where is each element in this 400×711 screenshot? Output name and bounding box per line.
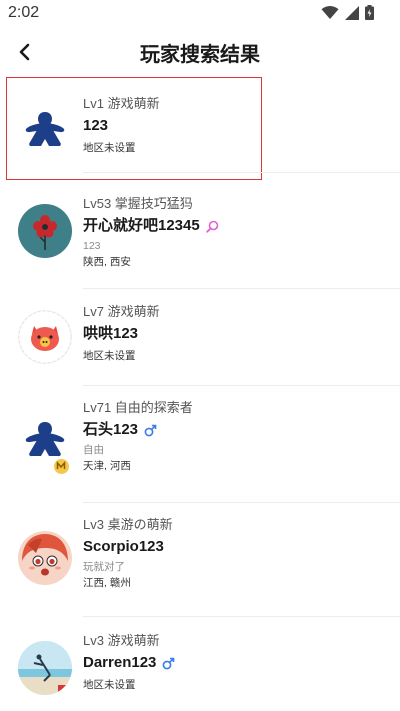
player-row[interactable]: Lv53 掌握技巧猛犸 开心就好吧12345 123 陕西, 西安 — [0, 180, 400, 288]
player-location: 地区未设置 — [83, 350, 136, 362]
red-flower-icon — [33, 215, 57, 250]
player-row[interactable]: Lv7 游戏萌新 哄哄123 地区未设置 — [0, 288, 400, 386]
meeple-icon — [25, 112, 65, 147]
player-row[interactable]: Lv1 游戏萌新 123 地区未设置 — [0, 76, 400, 180]
app-header: 玩家搜索结果 — [0, 28, 400, 76]
player-location: 天津, 河西 — [83, 460, 131, 472]
status-bar: 2:02 — [0, 0, 400, 28]
player-level: Lv3 游戏萌新 — [83, 633, 160, 648]
player-level: Lv53 掌握技巧猛犸 — [83, 196, 193, 211]
player-name: Darren123 — [83, 651, 380, 675]
search-icon — [206, 220, 219, 233]
player-info: Lv71 自由的探索者 石头123 自由 天津, 河西 — [83, 398, 380, 474]
m-badge-icon — [53, 458, 70, 475]
player-row[interactable]: Lv3 桌游の萌新 Scorpio123 玩就对了 江西, 赣州 — [0, 503, 400, 616]
avatar — [18, 641, 72, 695]
row-divider — [83, 172, 400, 173]
player-name: 石头123 — [83, 418, 380, 442]
player-info: Lv1 游戏萌新 123 地区未设置 — [83, 94, 380, 156]
player-level: Lv7 游戏萌新 — [83, 304, 160, 319]
player-level: Lv71 自由的探索者 — [83, 400, 193, 415]
avatar — [18, 101, 72, 155]
player-info: Lv3 桌游の萌新 Scorpio123 玩就对了 江西, 赣州 — [83, 515, 380, 591]
player-name: 123 — [83, 114, 380, 138]
player-name: Scorpio123 — [83, 535, 380, 559]
player-location: 江西, 赣州 — [83, 577, 131, 589]
player-level: Lv3 桌游の萌新 — [83, 517, 173, 532]
male-icon — [144, 424, 157, 436]
player-name: 哄哄123 — [83, 322, 380, 346]
male-icon — [162, 657, 175, 669]
cellular-signal-icon — [345, 5, 359, 20]
player-row[interactable]: Lv71 自由的探索者 石头123 自由 天津, 河西 — [0, 386, 400, 499]
avatar — [18, 204, 72, 258]
player-location: 陕西, 西安 — [83, 256, 131, 268]
player-name: 开心就好吧12345 — [83, 214, 380, 238]
player-name-text: 哄哄123 — [83, 325, 139, 342]
avatar — [18, 310, 72, 364]
pig-icon — [18, 310, 72, 364]
beach-photo-icon — [18, 641, 72, 695]
player-name-text: 石头123 — [83, 421, 139, 438]
status-time: 2:02 — [8, 4, 40, 21]
player-location: 地区未设置 — [83, 679, 136, 691]
status-icons — [321, 5, 374, 20]
player-name-text: 开心就好吧12345 — [83, 217, 200, 234]
player-signature: 自由 — [83, 444, 104, 456]
player-location: 地区未设置 — [83, 142, 136, 154]
wifi-icon — [321, 5, 339, 19]
player-info: Lv3 游戏萌新 Darren123 地区未设置 — [83, 631, 380, 693]
player-row[interactable]: Lv3 游戏萌新 Darren123 地区未设置 — [0, 617, 400, 711]
player-info: Lv53 掌握技巧猛犸 开心就好吧12345 123 陕西, 西安 — [83, 194, 380, 270]
player-signature: 123 — [83, 240, 101, 252]
player-info: Lv7 游戏萌新 哄哄123 地区未设置 — [83, 302, 380, 364]
page-title: 玩家搜索结果 — [140, 44, 260, 66]
player-name-text: Darren123 — [83, 654, 157, 671]
battery-icon — [365, 5, 374, 20]
anime-girl-icon — [18, 531, 72, 585]
player-signature: 玩就对了 — [83, 561, 125, 573]
player-name-text: Scorpio123 — [83, 538, 164, 555]
player-level: Lv1 游戏萌新 — [83, 96, 160, 111]
avatar — [18, 531, 72, 585]
player-name-text: 123 — [83, 117, 109, 134]
